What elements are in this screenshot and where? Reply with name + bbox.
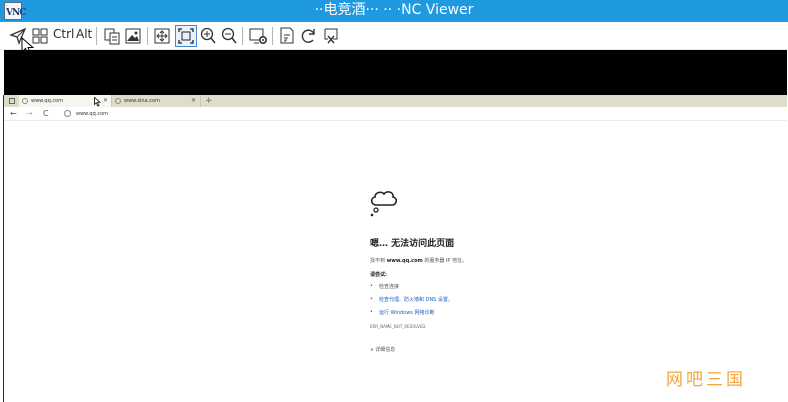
remote-screen-letterbox <box>4 50 787 95</box>
bullet: • <box>370 283 373 289</box>
zoom-in-icon[interactable] <box>199 26 217 46</box>
bullet: • <box>370 309 373 315</box>
zoom-out-icon[interactable] <box>220 26 238 46</box>
thought-cloud-icon <box>370 191 398 217</box>
forward-arrow-icon[interactable]: → <box>26 108 33 120</box>
copy-icon[interactable] <box>103 26 121 46</box>
error-description: 找不到 www.qq.com 的服务器 IP 地址。 <box>370 257 467 264</box>
tab-close-icon[interactable]: ✕ <box>103 96 108 106</box>
suggestion-check-connection: 检查连接 <box>379 284 400 290</box>
globe-icon <box>115 98 121 104</box>
bullet: • <box>370 296 373 302</box>
browser-address-bar: ← → C www.qq.com <box>4 107 787 121</box>
alt-key-button[interactable]: Alt <box>76 27 92 41</box>
disconnect-icon[interactable] <box>322 26 340 46</box>
window-titlebar: · VNC ··电竞酒··· ·· ·NC Viewer <box>0 0 788 22</box>
ctrl-key-button[interactable]: Ctrl <box>53 27 74 41</box>
error-description-prefix: 找不到 <box>370 258 386 264</box>
browser-tab-sina[interactable]: www.sina.com ✕ <box>112 95 201 107</box>
vnc-toolbar: Ctrl Alt <box>0 22 788 50</box>
browser-tab-strip: www.qq.com ✕ www.sina.com ✕ + <box>4 95 787 107</box>
new-tab-button[interactable]: + <box>205 95 213 107</box>
refresh-icon[interactable] <box>300 26 318 46</box>
tab-actions-icon[interactable] <box>9 98 15 104</box>
window-title: ··电竞酒··· ·· ·NC Viewer <box>314 2 474 18</box>
details-toggle[interactable]: ∨ 详细信息 <box>370 346 395 353</box>
details-label: 详细信息 <box>375 347 396 353</box>
error-code: ERR_NAME_NOT_RESOLVED <box>370 324 426 329</box>
tab-close-icon[interactable]: ✕ <box>191 96 196 106</box>
error-description-suffix: 的服务器 IP 地址。 <box>424 258 467 264</box>
fullscreen-icon[interactable] <box>153 26 171 46</box>
suggestion-proxy-link[interactable]: 检查代理、防火墙和 DNS 设置。 <box>379 296 453 303</box>
fit-window-button[interactable] <box>175 25 197 47</box>
site-info-icon[interactable] <box>64 110 71 117</box>
back-arrow-icon[interactable]: ← <box>10 108 17 120</box>
remote-cursor-icon <box>94 97 101 107</box>
try-heading: 请尝试: <box>370 272 387 278</box>
toolbar-divider <box>272 27 273 45</box>
tab-label: www.qq.com <box>31 98 64 104</box>
suggestion-diagnostics-link[interactable]: 运行 Windows 网络诊断 <box>379 309 435 316</box>
file-icon[interactable] <box>278 26 296 46</box>
address-input[interactable]: www.qq.com <box>76 108 108 120</box>
remote-screen-border <box>3 95 4 402</box>
settings-icon[interactable] <box>248 26 268 46</box>
watermark-logo: 网吧三国 <box>666 370 746 390</box>
error-title: 嗯… 无法访问此页面 <box>370 239 455 249</box>
error-domain: www.qq.com <box>386 258 423 264</box>
toolbar-divider <box>147 27 148 45</box>
fit-window-icon <box>178 28 194 44</box>
toolbar-divider <box>242 27 243 45</box>
image-icon[interactable] <box>124 26 142 46</box>
reload-icon[interactable]: C <box>43 108 49 120</box>
chevron-down-icon: ∨ <box>370 347 374 353</box>
tab-label: www.sina.com <box>124 98 160 104</box>
globe-icon <box>22 98 28 104</box>
toolbar-divider <box>96 27 97 45</box>
